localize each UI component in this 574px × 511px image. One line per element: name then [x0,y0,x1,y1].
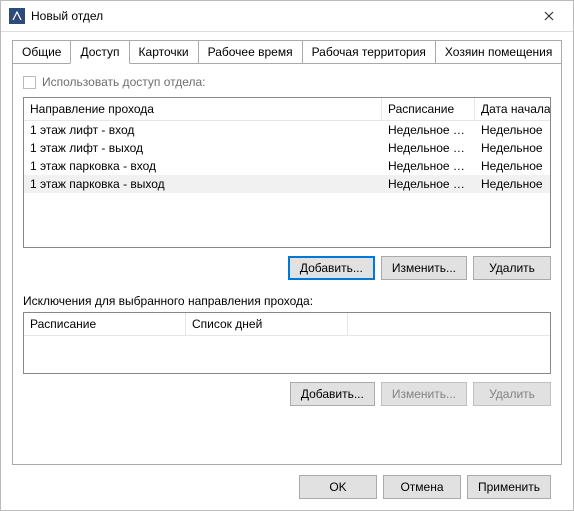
titlebar: Новый отдел [1,1,573,32]
window-title: Новый отдел [31,9,527,23]
table-row[interactable]: 1 этаж парковка - вход Недельное 8:0... … [24,157,550,175]
tab-cards[interactable]: Карточки [129,40,199,63]
col-direction[interactable]: Направление прохода [24,98,382,120]
exceptions-grid[interactable]: Расписание Список дней [23,312,551,374]
tab-general[interactable]: Общие [12,40,71,63]
dialog-button-row: OK Отмена Применить [12,465,562,510]
app-icon [9,8,25,24]
tab-worktime[interactable]: Рабочее время [198,40,303,63]
tab-strip: Общие Доступ Карточки Рабочее время Рабо… [12,40,562,63]
directions-edit-button[interactable]: Изменить... [381,256,467,280]
directions-add-button[interactable]: Добавить... [288,256,375,280]
close-button[interactable] [527,2,571,30]
exceptions-label: Исключения для выбранного направления пр… [23,294,551,308]
table-row[interactable]: 1 этаж лифт - вход Недельное 8:0... Неде… [24,121,550,139]
table-row[interactable]: 1 этаж лифт - выход Недельное 8:0... Нед… [24,139,550,157]
col-schedule[interactable]: Расписание [382,98,475,120]
apply-button[interactable]: Применить [467,475,551,499]
tab-owner[interactable]: Хозяин помещения [435,40,562,63]
directions-grid-header: Направление прохода Расписание Дата нача… [24,98,550,121]
tab-territory[interactable]: Рабочая территория [302,40,436,63]
col-except-schedule[interactable]: Расписание [24,313,186,335]
col-except-spacer [348,313,550,335]
exceptions-edit-button: Изменить... [381,382,467,406]
tab-access[interactable]: Доступ [70,40,129,64]
directions-button-row: Добавить... Изменить... Удалить [23,256,551,280]
exceptions-button-row: Добавить... Изменить... Удалить [23,382,551,406]
close-icon [544,11,554,21]
use-dept-access-row[interactable]: Использовать доступ отдела: [23,75,551,89]
table-row[interactable]: 1 этаж парковка - выход Недельное 8:0...… [24,175,550,193]
directions-delete-button[interactable]: Удалить [473,256,551,280]
col-except-days[interactable]: Список дней [186,313,348,335]
tab-panel-access: Использовать доступ отдела: Направление … [12,63,562,465]
col-startdate[interactable]: Дата начала [475,98,550,120]
use-dept-access-label: Использовать доступ отдела: [42,75,206,89]
cancel-button[interactable]: Отмена [383,475,461,499]
ok-button[interactable]: OK [299,475,377,499]
use-dept-access-checkbox[interactable] [23,76,36,89]
exceptions-add-button[interactable]: Добавить... [290,382,375,406]
exceptions-grid-body [24,336,550,373]
exceptions-delete-button: Удалить [473,382,551,406]
directions-grid-body: 1 этаж лифт - вход Недельное 8:0... Неде… [24,121,550,247]
directions-grid[interactable]: Направление прохода Расписание Дата нача… [23,97,551,248]
exceptions-grid-header: Расписание Список дней [24,313,550,336]
